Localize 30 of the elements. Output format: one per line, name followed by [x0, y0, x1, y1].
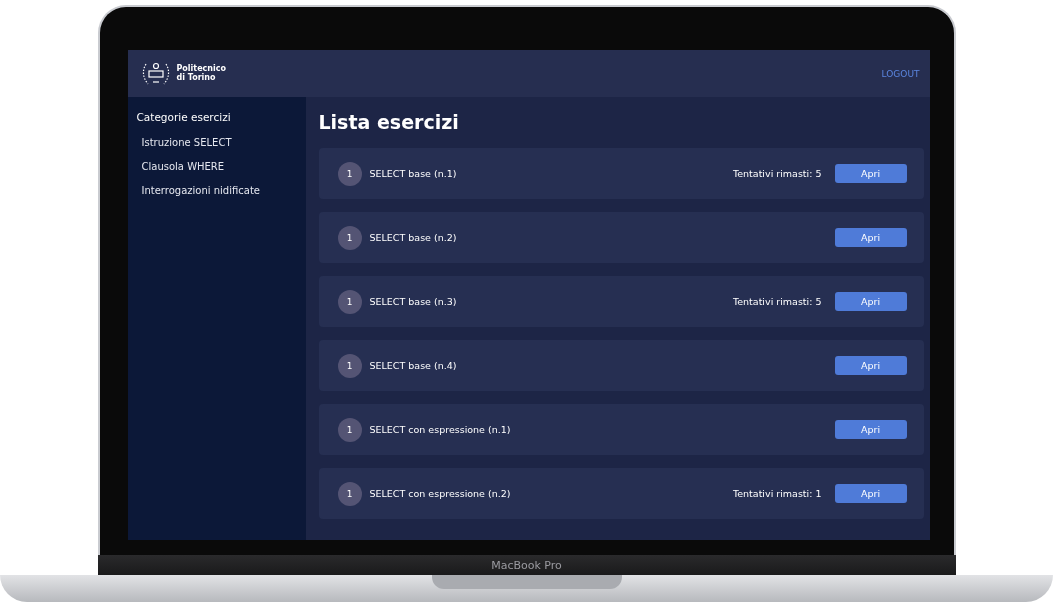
logout-link[interactable]: LOGOUT [881, 68, 920, 79]
open-button[interactable]: Apri [834, 164, 907, 183]
logo-text: Politecnico [176, 64, 226, 73]
number-badge: 1 [337, 417, 362, 442]
exercise-name: SELECT base (n.1) [369, 168, 457, 179]
sidebar-item[interactable]: Interrogazioni nidificate [136, 185, 297, 196]
exercise-name: SELECT base (n.2) [369, 232, 457, 243]
number-badge: 1 [337, 481, 362, 506]
exercise-name: SELECT base (n.4) [369, 360, 457, 371]
number-badge: 1 [337, 161, 362, 186]
attempts-text: Tentativi rimasti: 5 [733, 168, 822, 179]
open-button[interactable]: Apri [834, 420, 907, 439]
number-badge: 1 [337, 289, 362, 314]
page-title: Lista esercizi [318, 111, 460, 135]
attempts-text: Tentativi rimasti: 1 [733, 488, 822, 499]
exercise-name: SELECT base (n.3) [369, 296, 457, 307]
sidebar-title: Categorie esercizi [136, 111, 232, 123]
number-badge: 1 [337, 225, 362, 250]
exercise-name: SELECT con espressione (n.2) [369, 488, 511, 499]
open-button[interactable]: Apri [834, 228, 907, 247]
sidebar-item[interactable]: Clausola WHERE [136, 161, 297, 172]
laptop-label: MacBook Pro [491, 558, 562, 572]
attempts-text: Tentativi rimasti: 5 [733, 296, 822, 307]
number-badge: 1 [337, 353, 362, 378]
open-button[interactable]: Apri [834, 292, 907, 311]
sidebar-item[interactable]: Istruzione SELECT [136, 137, 297, 148]
logo-text: di Torino [176, 73, 217, 83]
open-button[interactable]: Apri [834, 484, 907, 503]
exercise-name: SELECT con espressione (n.1) [369, 424, 511, 435]
open-button[interactable]: Apri [834, 356, 907, 375]
